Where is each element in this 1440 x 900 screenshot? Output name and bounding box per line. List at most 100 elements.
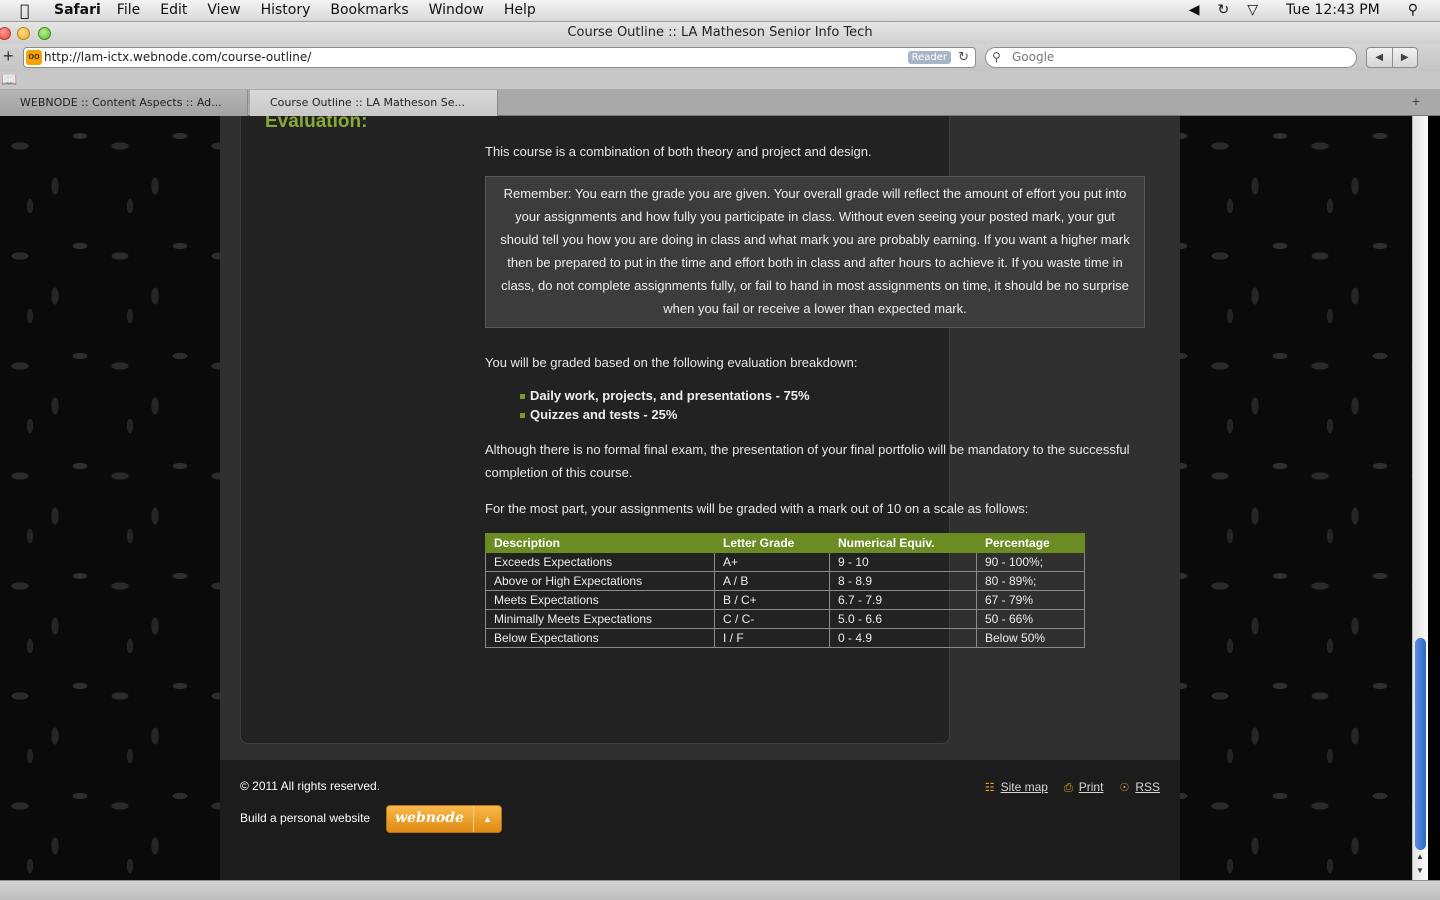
list-item: Quizzes and tests - 25%	[520, 405, 810, 424]
grading-table: Description Letter Grade Numerical Equiv…	[485, 533, 1085, 648]
sitemap-link[interactable]: Site map	[1001, 780, 1048, 794]
breakdown-intro: You will be graded based on the followin…	[485, 355, 858, 370]
table-cell: Above or High Expectations	[485, 571, 715, 591]
table-cell: 8 - 8.9	[829, 571, 977, 591]
sitemap-icon: ☷	[984, 782, 995, 794]
chevron-up-icon: ▲	[473, 806, 501, 832]
table-cell: B / C+	[714, 590, 830, 610]
tab-course-outline[interactable]: Course Outline :: LA Matheson Se...	[250, 90, 498, 116]
vertical-scrollbar[interactable]: ▲ ▼	[1412, 116, 1428, 880]
table-header: Numerical Equiv.	[829, 533, 977, 553]
table-row: Meets Expectations B / C+ 6.7 - 7.9 67 -…	[485, 590, 1085, 610]
webnode-badge-button[interactable]: webnode ▲	[386, 805, 502, 833]
reader-button[interactable]: Reader	[907, 51, 951, 64]
table-header: Description	[485, 533, 715, 553]
table-cell: 90 - 100%;	[976, 552, 1085, 572]
table-header-row: Description Letter Grade Numerical Equiv…	[485, 533, 1085, 553]
history-nav: ◀ ▶	[1366, 47, 1418, 68]
time-machine-icon[interactable]: ↻	[1218, 2, 1230, 18]
apple-menu-icon[interactable]: 	[20, 1, 30, 20]
section-heading: Evaluation:	[265, 116, 368, 132]
table-cell: Below Expectations	[485, 628, 715, 648]
webnode-logo: webnode	[395, 810, 464, 826]
remember-box: Remember: You earn the grade you are giv…	[485, 176, 1145, 328]
search-icon: ⚲	[992, 50, 1001, 64]
window-close-button[interactable]	[0, 27, 11, 40]
spotlight-search-icon[interactable]: ⚲	[1408, 2, 1418, 18]
table-cell: A / B	[714, 571, 830, 591]
table-row: Exceeds Expectations A+ 9 - 10 90 - 100%…	[485, 552, 1085, 572]
menu-bookmarks[interactable]: Bookmarks	[330, 2, 408, 18]
page-footer: © 2011 All rights reserved. Build a pers…	[220, 760, 1180, 880]
window-zoom-button[interactable]	[38, 27, 51, 40]
table-cell: 6.7 - 7.9	[829, 590, 977, 610]
menu-history[interactable]: History	[261, 2, 311, 18]
search-field[interactable]: ⚲ Google	[985, 47, 1357, 68]
window-minimize-button[interactable]	[17, 27, 30, 40]
table-cell: C / C-	[714, 609, 830, 629]
table-cell: 0 - 4.9	[829, 628, 977, 648]
table-cell: A+	[714, 552, 830, 572]
menu-help[interactable]: Help	[504, 2, 536, 18]
breakdown-list: Daily work, projects, and presentations …	[520, 386, 810, 424]
footer-links: ☷ Site map ⎙ Print ☉ RSS	[985, 780, 1160, 795]
menu-window[interactable]: Window	[429, 2, 484, 18]
volume-icon[interactable]: ◀	[1189, 2, 1200, 18]
table-header: Percentage	[976, 533, 1085, 553]
add-bookmark-icon[interactable]: +	[3, 46, 14, 67]
table-cell: 5.0 - 6.6	[829, 609, 977, 629]
tab-label: Course Outline :: LA Matheson Se...	[270, 96, 465, 109]
exam-note: Although there is no formal final exam, …	[485, 442, 1130, 480]
scale-intro: For the most part, your assignments will…	[485, 501, 1029, 516]
menu-clock[interactable]: Tue 12:43 PM	[1286, 2, 1380, 18]
table-row: Minimally Meets Expectations C / C- 5.0 …	[485, 609, 1085, 629]
rss-icon: ☉	[1119, 782, 1130, 794]
table-cell: Below 50%	[976, 628, 1085, 648]
wifi-icon[interactable]: ▽	[1247, 2, 1258, 18]
table-cell: 80 - 89%;	[976, 571, 1085, 591]
table-cell: 67 - 79%	[976, 590, 1085, 610]
menu-bar:  Safari File Edit View History Bookmark…	[0, 0, 1440, 22]
table-cell: Minimally Meets Expectations	[485, 609, 715, 629]
status-menus: ◀ ↻ ▽ Tue 12:43 PM ⚲	[1189, 2, 1418, 18]
table-cell: Meets Expectations	[485, 590, 715, 610]
address-url[interactable]: http://lam-ictx.webnode.com/course-outli…	[44, 48, 311, 67]
copyright-text: © 2011 All rights reserved.	[240, 779, 381, 793]
reload-icon[interactable]: ↻	[958, 48, 969, 67]
table-cell: 50 - 66%	[976, 609, 1085, 629]
page-viewport: Evaluation: This course is a combination…	[0, 116, 1412, 880]
list-item: Daily work, projects, and presentations …	[520, 386, 810, 405]
tab-bar: WEBNODE :: Content Aspects :: Ad... Cour…	[0, 90, 1440, 116]
menu-list: Safari File Edit View History Bookmarks …	[54, 2, 556, 18]
menu-app-safari[interactable]: Safari	[54, 2, 101, 18]
status-bar	[0, 880, 1440, 900]
window-edge	[1428, 116, 1440, 880]
back-button[interactable]: ◀	[1367, 48, 1392, 67]
bookmarks-bar: 📖	[0, 71, 1440, 90]
tab-webnode[interactable]: WEBNODE :: Content Aspects :: Ad...	[0, 90, 248, 116]
table-header: Letter Grade	[714, 533, 830, 553]
table-cell: I / F	[714, 628, 830, 648]
rss-link[interactable]: RSS	[1135, 780, 1160, 794]
menu-file[interactable]: File	[117, 2, 140, 18]
window-title: Course Outline :: LA Matheson Senior Inf…	[567, 25, 873, 40]
address-bar[interactable]: oo http://lam-ictx.webnode.com/course-ou…	[23, 47, 976, 68]
menu-view[interactable]: View	[207, 2, 240, 18]
scroll-up-icon[interactable]: ▲	[1416, 852, 1424, 861]
build-website-text: Build a personal website	[240, 811, 371, 825]
print-icon: ⎙	[1063, 782, 1073, 794]
menu-edit[interactable]: Edit	[160, 2, 187, 18]
site-favicon-icon: oo	[26, 50, 42, 65]
browser-toolbar: + oo http://lam-ictx.webnode.com/course-…	[0, 44, 1440, 71]
intro-text: This course is a combination of both the…	[485, 144, 872, 159]
scrollbar-thumb[interactable]	[1415, 638, 1426, 850]
new-tab-button[interactable]: +	[1412, 93, 1420, 109]
scroll-down-icon[interactable]: ▼	[1416, 866, 1424, 875]
reading-list-icon[interactable]: 📖	[1, 72, 17, 88]
table-cell: Exceeds Expectations	[485, 552, 715, 572]
forward-button[interactable]: ▶	[1391, 48, 1418, 67]
tab-label: WEBNODE :: Content Aspects :: Ad...	[20, 96, 222, 109]
search-placeholder: Google	[1012, 50, 1055, 64]
print-link[interactable]: Print	[1079, 780, 1104, 794]
table-cell: 9 - 10	[829, 552, 977, 572]
